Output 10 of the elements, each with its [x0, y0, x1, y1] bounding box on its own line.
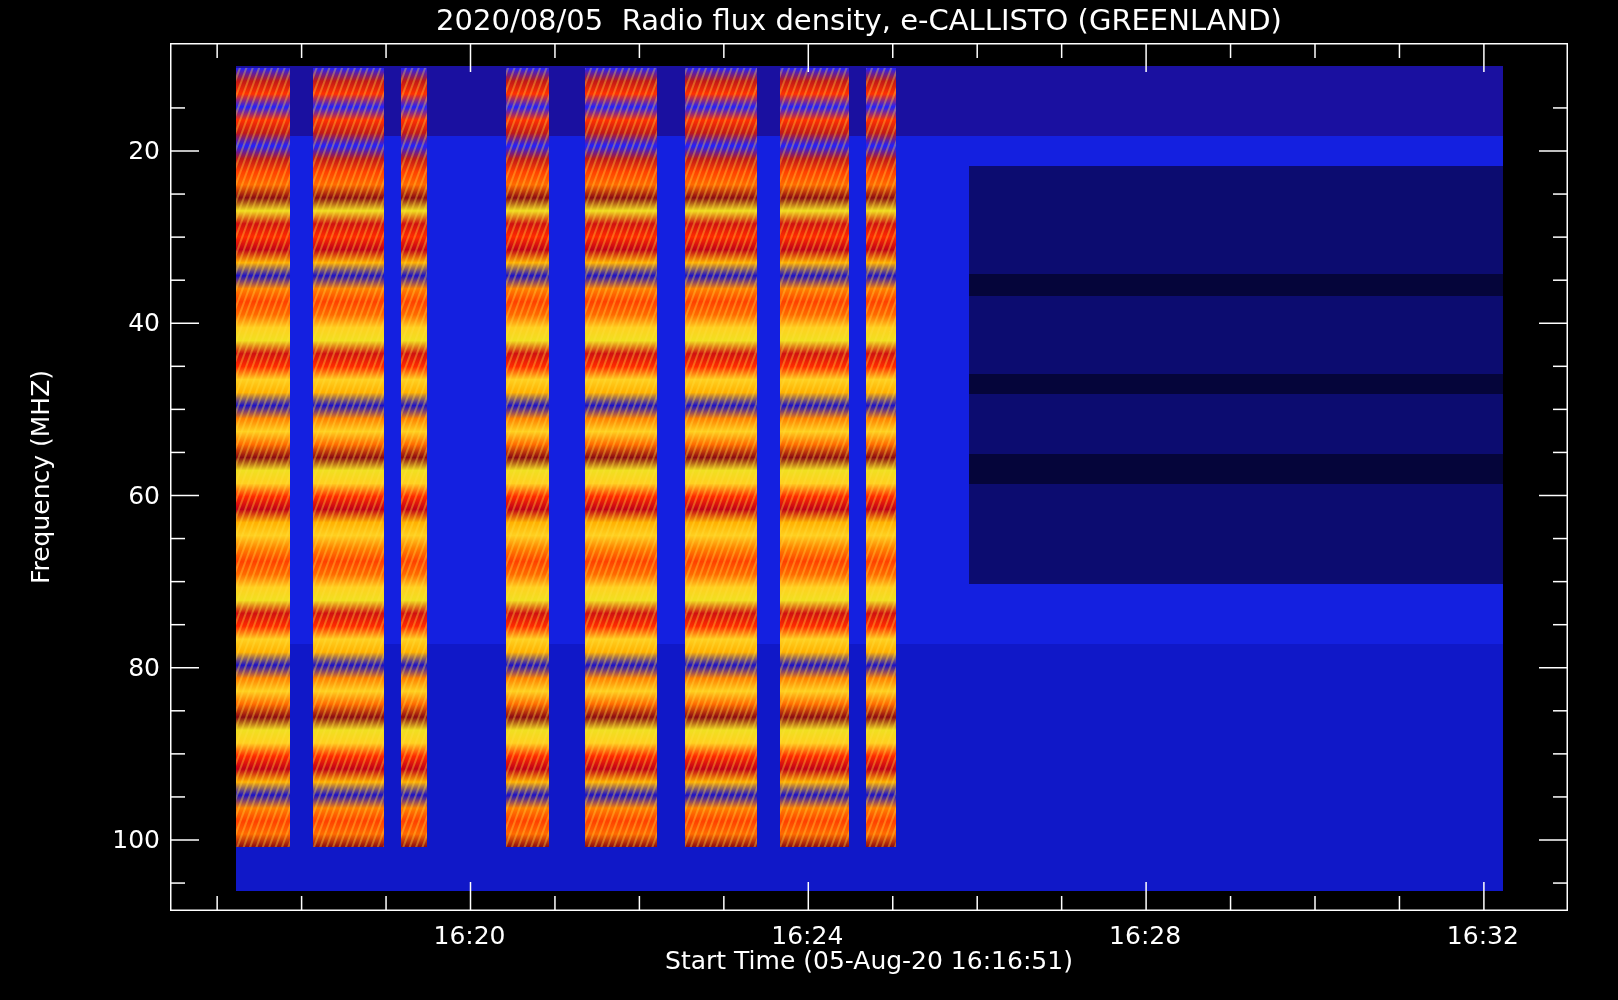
y-tick-label: 40	[128, 307, 160, 337]
y-tick-label: 60	[128, 480, 160, 509]
x-tick-label: 16:20	[433, 921, 506, 950]
y-tick-label: 20	[128, 135, 160, 165]
y-tick-label: 80	[128, 652, 160, 682]
chart-title: 2020/08/05 Radio flux density, e-CALLISTO (GREENLAND)	[436, 2, 1282, 39]
y-tick-label: 100	[112, 824, 160, 854]
x-tick-label: 16:28	[1109, 921, 1182, 950]
x-tick-label: 16:32	[1446, 921, 1519, 950]
y-axis-label: Frequency (MHZ)	[25, 369, 55, 585]
